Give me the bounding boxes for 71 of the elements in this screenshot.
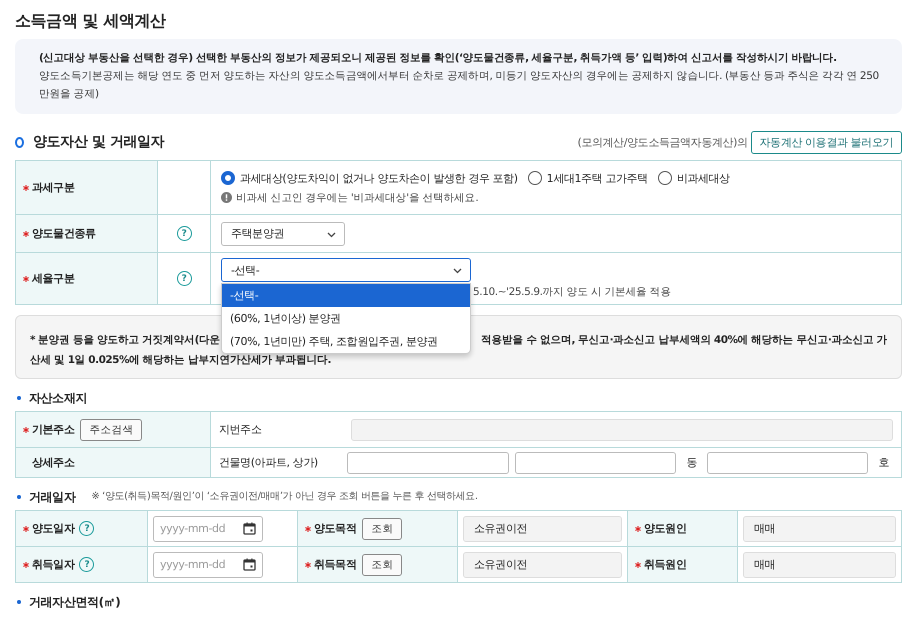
building-name-field[interactable]: [514, 452, 676, 474]
required-icon: [305, 526, 311, 532]
section-marker-icon: [15, 136, 24, 148]
help-icon[interactable]: ?: [176, 226, 192, 242]
lookup-button[interactable]: 조회: [362, 554, 402, 576]
purpose-field: 소유권이전: [463, 552, 622, 578]
row-label: 상세주소: [32, 455, 74, 470]
help-icon[interactable]: ?: [176, 271, 192, 286]
radio-button[interactable]: [658, 171, 672, 185]
caret-icon: [453, 268, 462, 274]
radio-button[interactable]: [221, 171, 235, 185]
bullet-icon: [17, 396, 21, 400]
required-icon: [23, 562, 29, 568]
address-search-button[interactable]: 주소검색: [80, 418, 142, 440]
radio-label[interactable]: 비과세대상: [676, 170, 730, 186]
row-label: 과세구분: [32, 180, 74, 195]
subsection-title: 거래자산면적(㎡): [29, 594, 120, 610]
bullet-icon: [17, 495, 21, 499]
row-label: 양도원인: [644, 521, 686, 536]
lookup-button[interactable]: 조회: [362, 518, 402, 540]
required-icon: [635, 562, 641, 568]
subsection-title: 거래일자: [29, 489, 76, 505]
page-title: 소득금액 및 세액계산: [15, 10, 167, 32]
help-icon[interactable]: ?: [79, 557, 94, 572]
purpose-field: 소유권이전: [463, 516, 622, 542]
row-label: 양도목적: [314, 521, 356, 536]
required-icon: [23, 526, 29, 532]
unit-number-field[interactable]: [706, 452, 868, 474]
property-type-select[interactable]: 주택분양권: [221, 222, 345, 246]
cause-field: 매매: [743, 552, 896, 578]
required-icon: [635, 526, 641, 532]
unit-label: 호: [878, 455, 890, 470]
help-icon[interactable]: ?: [79, 521, 94, 536]
dropdown-option[interactable]: (70%, 1년미만) 주택, 조합원입주권, 분양권: [222, 330, 470, 353]
hint-text: 비과세 신고인 경우에는 '비과세대상'을 선택하세요.: [236, 190, 478, 204]
row-label: 양도일자: [32, 521, 74, 536]
field-label: 건물명(아파트, 상가): [219, 455, 319, 470]
field-label: 지번주소: [219, 422, 262, 437]
unit-label: 동: [686, 455, 697, 470]
auto-calc-note: (모의계산/양도소득금액자동계산)의: [578, 134, 748, 150]
radio-button[interactable]: [528, 171, 542, 185]
section-title: 양도자산 및 거래일자: [33, 133, 164, 151]
row-label: 취득원인: [644, 557, 686, 572]
cause-field: 매매: [743, 516, 896, 542]
deal-note: ※ ‘양도(취득)목적/원인’이 ‘소유권이전/매매’가 아닌 경우 조회 버튼을 누른 후 선택하세요.: [91, 490, 478, 504]
tax-rate-select[interactable]: -선택-: [221, 258, 471, 282]
row-label: 양도물건종류: [32, 226, 96, 241]
bullet-icon: [17, 600, 21, 604]
row-label: 취득목적: [314, 557, 356, 572]
row-label: 기본주소: [32, 422, 74, 437]
subsection-title: 자산소재지: [29, 390, 88, 406]
warning-text: * 분양권 등을 양도하고 거짓계약서(다운: [30, 333, 220, 348]
dropdown-option[interactable]: (60%, 1년이상) 분양권: [222, 307, 470, 330]
warning-text: 적용받을 수 없으며, 무신고·과소신고 납부세액의 40%에 해당하는 무신고·과소신고 가: [481, 333, 887, 348]
load-results-button[interactable]: 자동계산 이용결과 불러오기: [750, 130, 902, 154]
radio-label[interactable]: 과세대상(양도차익이 없거나 양도차손이 발생한 경우 포함): [240, 170, 518, 186]
required-icon: [305, 562, 311, 568]
notice-text: (신고대상 부동산을 선택한 경우) 선택한 부동산의 정보가 제공되오니 제공된 정보를 확인(‘양도물건종류, 세율구분, 취득가액 등’ 입력)하여 신고서를 작성하시기 바랍니다.: [38, 51, 838, 66]
row-label: 세율구분: [32, 271, 74, 286]
calendar-icon: [243, 558, 256, 571]
row-label: 취득일자: [32, 557, 74, 572]
info-icon: [221, 192, 232, 203]
lot-address-field[interactable]: [351, 418, 893, 440]
warning-text: 산세 및 1일 0.025%에 해당하는 납부지연가산세가 부과됩니다.: [30, 353, 331, 368]
building-name-field[interactable]: [347, 452, 509, 474]
calendar-icon: [243, 522, 256, 535]
notice-text: 양도소득기본공제는 해당 연도 중 먼저 양도하는 자산의 양도소득금액에서부터 순차로 공제하며, 미등기 양도자산의 경우에는 공제하지 않습니다. (부동산 등과 주식은 각각 연 250만원을 공제): [38, 69, 880, 102]
dropdown-option[interactable]: -선택-: [222, 284, 470, 307]
caret-icon: [327, 232, 336, 238]
hint-text: 5.10.~'25.5.9.까지 양도 시 기본세율 적용: [473, 285, 671, 299]
radio-label[interactable]: 1세대1주택 고가주택: [546, 170, 648, 186]
